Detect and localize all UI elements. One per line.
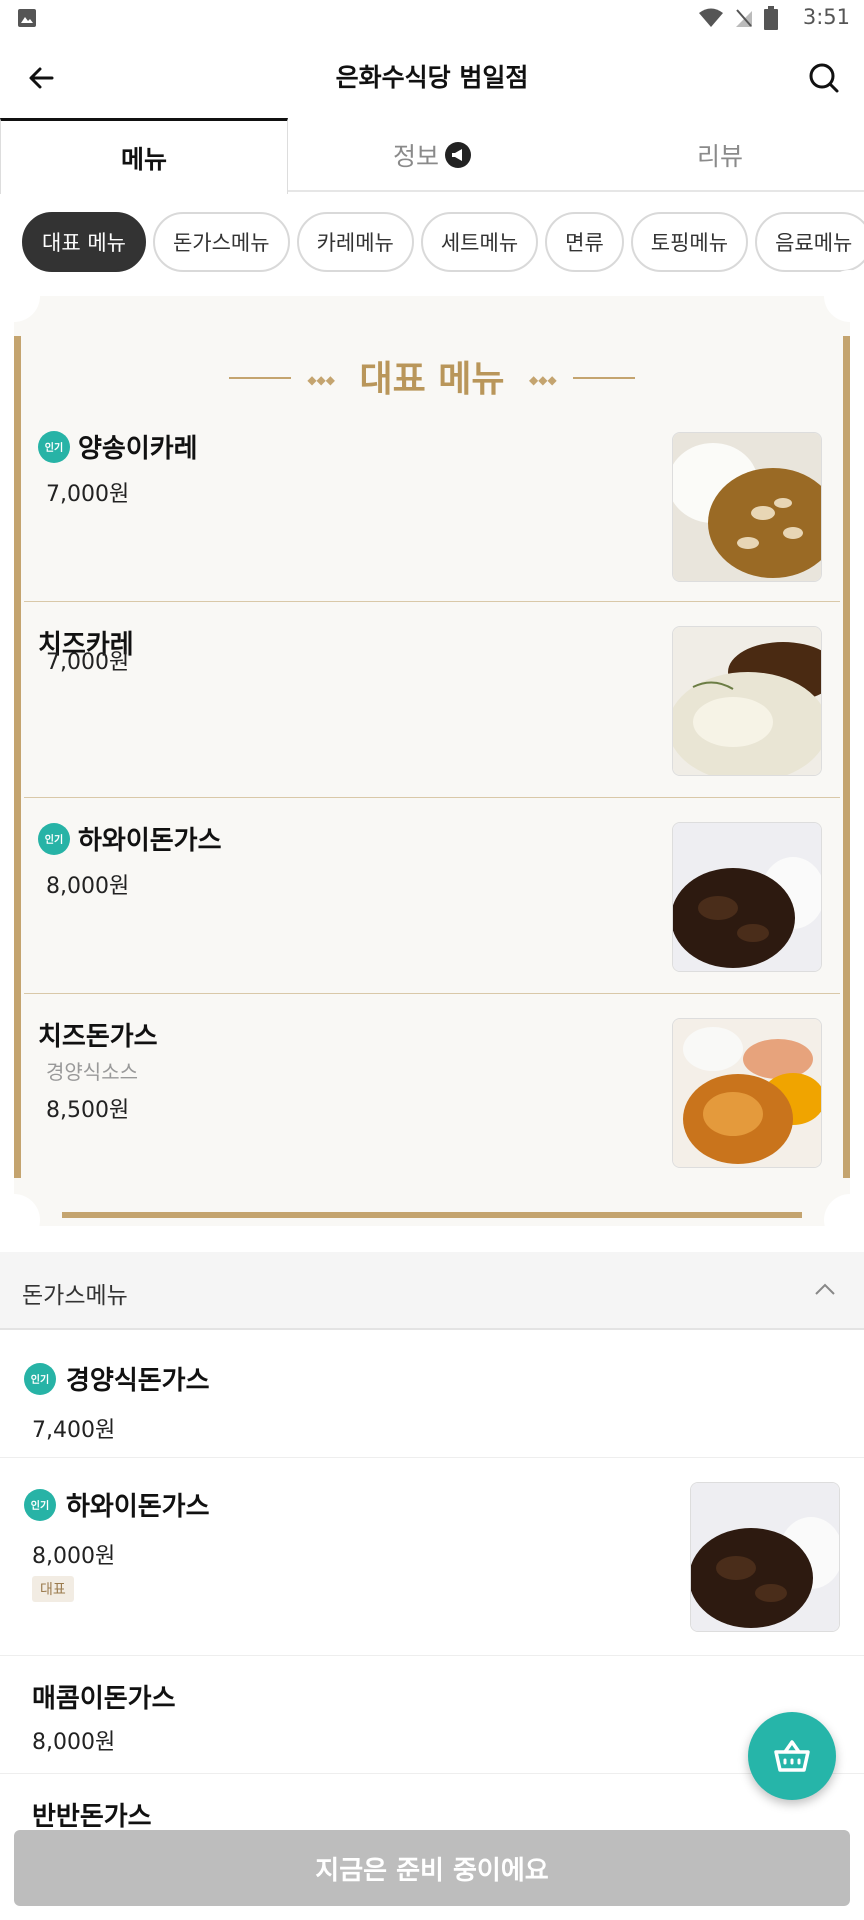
board-corner [824, 270, 864, 322]
menu-list-item[interactable]: 반반돈가스 [0, 1774, 864, 1834]
menu-list-item[interactable]: 인기 경양식돈가스 7,400원 [0, 1330, 864, 1458]
chip-noodles[interactable]: 면류 [545, 212, 624, 272]
menu-list-item[interactable]: 매콤이돈가스 8,000원 [0, 1656, 864, 1774]
image-icon [18, 9, 36, 27]
board-frame-left [14, 336, 21, 1178]
board-frame-bottom [62, 1212, 802, 1218]
item-name: 치즈돈가스 [38, 1022, 158, 1052]
item-price: 8,000원 [32, 1730, 116, 1755]
status-bar: 3:51 [0, 0, 864, 38]
featured-menu-board: ◆◆◆ ◆◆◆ 대표 메뉴 인기 양송이카레 7,000원 치즈카레 7,000원… [0, 270, 864, 1246]
item-name: 인기 하와이돈가스 [38, 820, 222, 857]
item-name: 인기 경양식돈가스 [24, 1360, 210, 1397]
basket-icon [774, 1740, 810, 1772]
board-corner [0, 1194, 40, 1246]
item-name: 인기 하와이돈가스 [24, 1486, 210, 1523]
chip-topping[interactable]: 토핑메뉴 [630, 212, 749, 272]
page-title: 은화수식당 범일점 [335, 63, 529, 92]
chip-tonkatsu[interactable]: 돈가스메뉴 [152, 212, 290, 272]
chip-curry[interactable]: 카레메뉴 [296, 212, 414, 272]
chip-drinks[interactable]: 음료메뉴 [755, 212, 864, 272]
item-price: 8,500원 [46, 1098, 130, 1123]
popular-badge: 인기 [24, 1362, 56, 1395]
section-header-tonkatsu[interactable]: 돈가스메뉴 [0, 1252, 864, 1330]
featured-item[interactable]: 인기 양송이카레 7,000원 [24, 406, 840, 602]
item-name: 반반돈가스 [32, 1802, 152, 1832]
cheese-curry-photo [672, 626, 822, 776]
item-price: 7,000원 [46, 482, 130, 507]
item-name-text: 하와이돈가스 [66, 1492, 210, 1522]
popular-badge: 인기 [38, 822, 70, 855]
tab-menu[interactable]: 메뉴 [0, 118, 288, 194]
no-signal-icon [736, 9, 752, 27]
app-bar: 은화수식당 범일점 [0, 38, 864, 118]
board-corner [824, 1194, 864, 1246]
tab-info-label: 정보 [392, 142, 439, 171]
megaphone-icon [445, 142, 471, 168]
menu-list-item[interactable]: 인기 하와이돈가스 8,000원 대표 [0, 1458, 864, 1656]
popular-badge: 인기 [24, 1488, 56, 1521]
item-price: 7,000원 [46, 650, 130, 675]
board-frame-right [843, 336, 850, 1178]
tab-menu-label: 메뉴 [120, 144, 167, 174]
mushroom-curry-photo [672, 432, 822, 582]
item-name-text: 경양식돈가스 [66, 1366, 210, 1396]
item-price: 7,400원 [32, 1418, 116, 1443]
section-title: 돈가스메뉴 [22, 1283, 128, 1309]
order-button-disabled[interactable]: 지금은 준비 중이에요 [14, 1830, 850, 1906]
hawaii-tonkatsu-photo [672, 822, 822, 972]
cart-button[interactable] [748, 1712, 836, 1800]
tab-bar: 메뉴 정보 리뷰 [0, 118, 864, 194]
tab-review-label: 리뷰 [696, 142, 743, 171]
search-icon[interactable] [804, 58, 844, 98]
chip-set[interactable]: 세트메뉴 [420, 212, 539, 272]
chevron-up-icon[interactable] [814, 1282, 836, 1296]
cheese-tonkatsu-photo [672, 1018, 822, 1168]
item-description: 경양식소스 [46, 1060, 138, 1084]
item-price: 8,000원 [46, 874, 130, 899]
item-name-text: 하와이돈가스 [78, 826, 222, 856]
item-name-text: 양송이카레 [78, 434, 198, 464]
chip-featured[interactable]: 대표 메뉴 [22, 212, 146, 272]
hawaii-tonkatsu-photo [690, 1482, 840, 1632]
featured-title: 대표 메뉴 [359, 359, 505, 400]
tab-info[interactable]: 정보 [288, 118, 576, 192]
item-name: 인기 양송이카레 [38, 428, 198, 465]
wifi-icon [699, 8, 723, 27]
item-name: 매콤이돈가스 [32, 1684, 176, 1714]
featured-item[interactable]: 인기 하와이돈가스 8,000원 [24, 798, 840, 994]
featured-item[interactable]: 치즈카레 7,000원 [24, 602, 840, 798]
featured-tag: 대표 [32, 1576, 74, 1602]
board-corner [0, 270, 40, 322]
battery-icon [764, 6, 778, 30]
status-time: 3:51 [802, 5, 850, 29]
item-price: 8,000원 [32, 1544, 116, 1569]
tab-review[interactable]: 리뷰 [576, 118, 864, 192]
featured-item[interactable]: 치즈돈가스 경양식소스 8,500원 [24, 994, 840, 1190]
popular-badge: 인기 [38, 430, 70, 463]
system-icons [698, 6, 778, 30]
category-chips: 대표 메뉴 돈가스메뉴 카레메뉴 세트메뉴 면류 토핑메뉴 음료메뉴 [0, 212, 864, 276]
